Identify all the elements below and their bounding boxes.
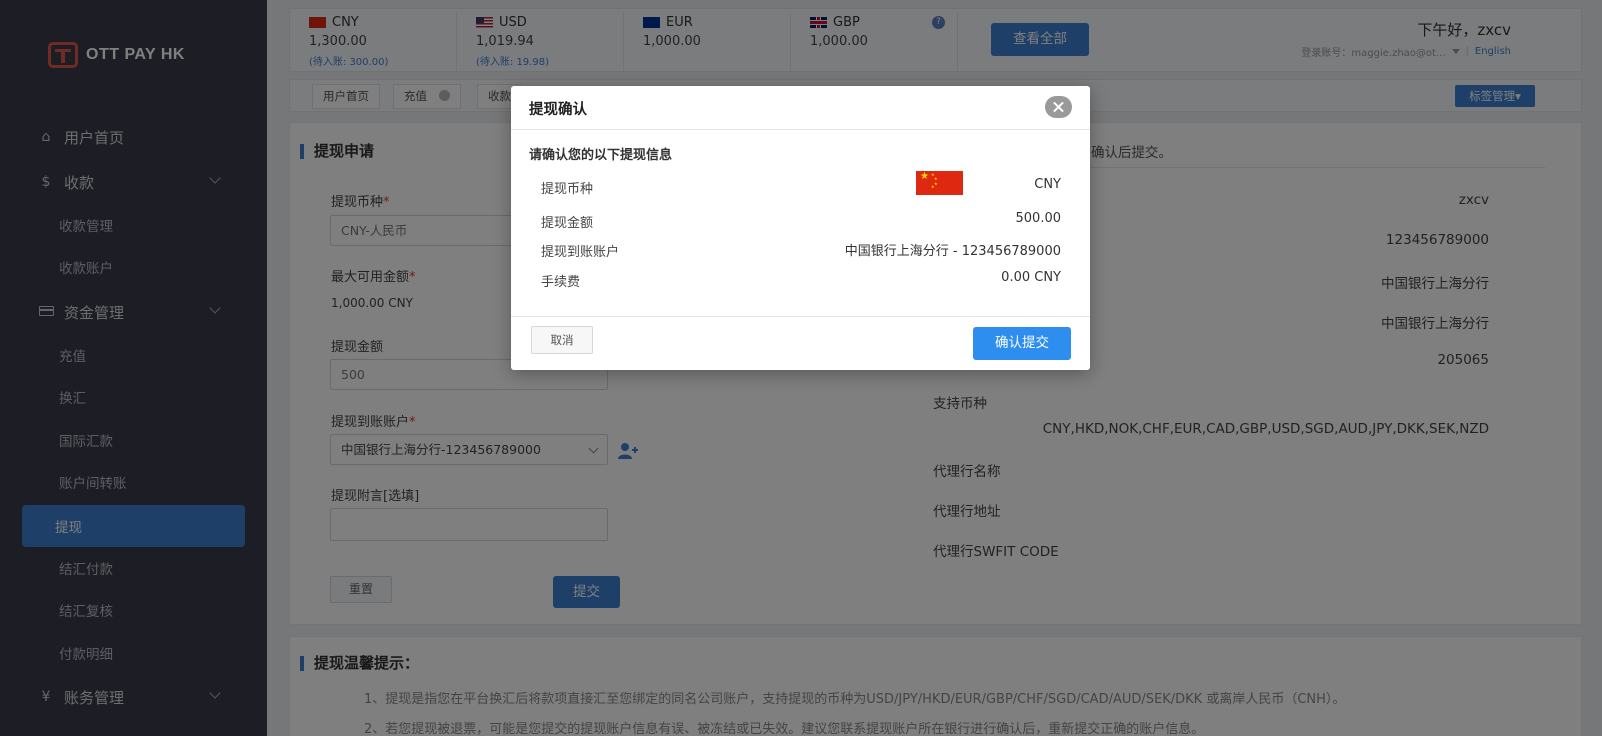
confirm-fee-label: 手续费 [541,275,581,290]
cn-flag-icon: ★ ★ ★ ★ ★ [916,171,963,195]
confirm-submit-button[interactable]: 确认提交 [973,327,1071,360]
divider [511,129,1090,130]
close-icon[interactable] [1045,96,1072,118]
dialog-title: 提现确认 [529,102,587,118]
confirm-currency-label: 提现币种 [541,182,594,197]
confirm-amount-label: 提现金额 [541,216,594,231]
dialog-subtitle: 请确认您的以下提现信息 [529,148,673,163]
confirm-account-label: 提现到账账户 [541,245,620,260]
confirm-account-value: 中国银行上海分行 - 123456789000 [844,244,1061,259]
divider [511,316,1090,317]
cancel-button[interactable]: 取消 [531,326,593,354]
confirm-fee-value: 0.00 CNY [1001,270,1061,285]
confirm-currency-value: CNY [1034,177,1061,192]
withdraw-confirm-dialog: 提现确认 请确认您的以下提现信息 提现币种 ★ ★ ★ ★ ★ CNY 提现金额… [511,86,1090,370]
confirm-amount-value: 500.00 [1015,211,1062,226]
